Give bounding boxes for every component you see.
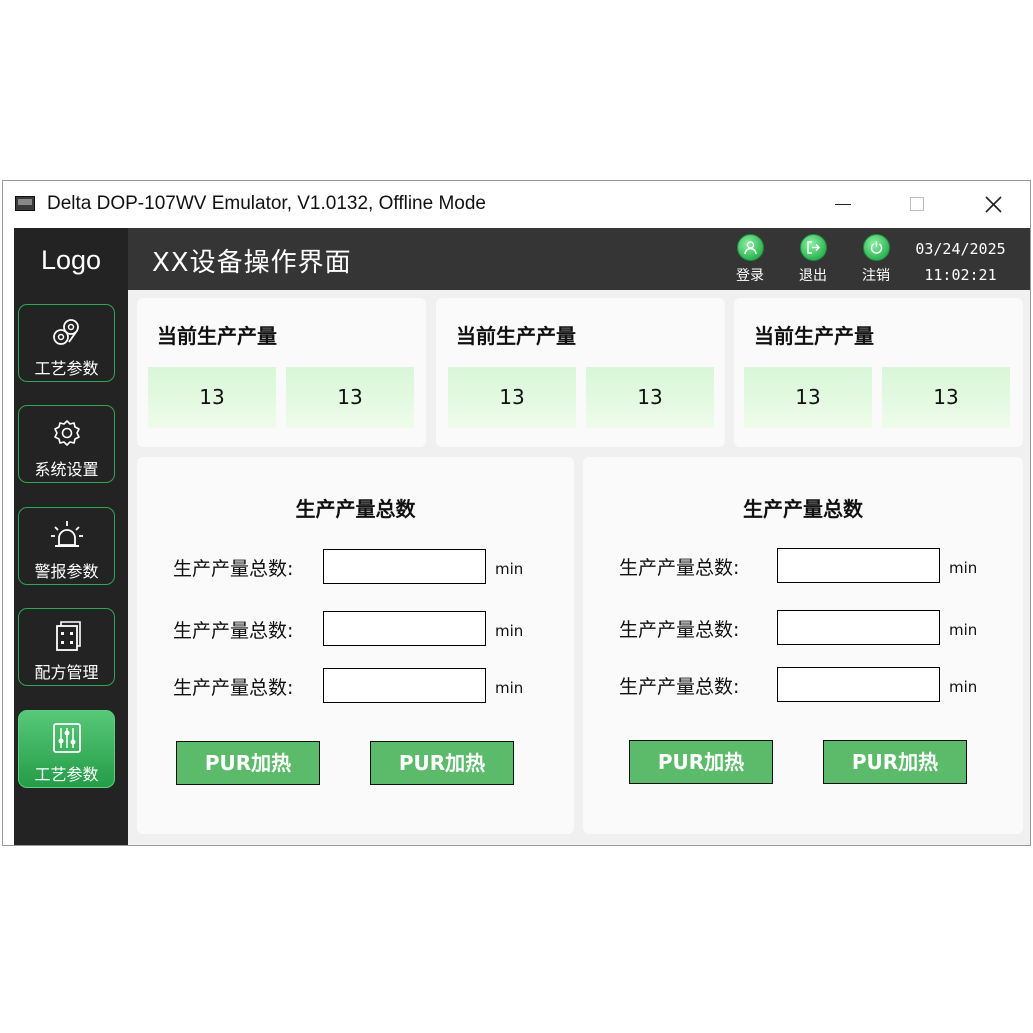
close-icon bbox=[985, 196, 1002, 213]
pur-heat-button[interactable]: PUR加热 bbox=[176, 741, 320, 785]
total-input[interactable] bbox=[323, 668, 486, 703]
pur-heat-button[interactable]: PUR加热 bbox=[823, 740, 967, 784]
logout-label: 退出 bbox=[799, 268, 827, 284]
panel-title: 生产产量总数 bbox=[743, 497, 863, 521]
card-title: 当前生产产量 bbox=[157, 324, 277, 348]
field-label: 生产产量总数: bbox=[173, 558, 294, 580]
header-bar: XX设备操作界面 登录 退出 注销 03/24/2025 11:02:21 bbox=[128, 228, 1030, 290]
value-display: 13 bbox=[744, 367, 872, 428]
sidebar-item-system-settings[interactable]: 系统设置 bbox=[18, 405, 115, 483]
logout-button[interactable]: 退出 bbox=[793, 234, 833, 290]
unit-label: min bbox=[949, 678, 978, 696]
production-card: 当前生产产量 13 13 bbox=[436, 298, 725, 447]
time-text: 11:02:21 bbox=[924, 266, 997, 284]
emulator-window: Delta DOP-107WV Emulator, V1.0132, Offli… bbox=[2, 180, 1031, 846]
logoff-button[interactable]: 注销 bbox=[856, 234, 896, 290]
sidebar-item-process-params[interactable]: 工艺参数 bbox=[18, 304, 115, 382]
logo: Logo bbox=[40, 245, 102, 275]
maximize-button[interactable] bbox=[887, 181, 947, 228]
sidebar-item-label: 配方管理 bbox=[34, 663, 99, 682]
page-title: XX设备操作界面 bbox=[152, 248, 352, 278]
power-icon bbox=[862, 234, 890, 261]
app-icon bbox=[15, 196, 35, 211]
datetime-display: 03/24/2025 11:02:21 bbox=[908, 236, 1013, 288]
recipe-icon bbox=[56, 621, 81, 651]
window-title: Delta DOP-107WV Emulator, V1.0132, Offli… bbox=[47, 193, 486, 214]
field-label: 生产产量总数: bbox=[619, 619, 740, 641]
production-card: 当前生产产量 13 13 bbox=[734, 298, 1023, 447]
exit-icon bbox=[799, 234, 827, 261]
close-button[interactable] bbox=[963, 181, 1023, 228]
sidebar-item-label: 工艺参数 bbox=[34, 359, 99, 378]
unit-label: min bbox=[949, 621, 978, 639]
sidebar-item-label: 警报参数 bbox=[34, 562, 99, 581]
field-label: 生产产量总数: bbox=[173, 677, 294, 699]
value-display: 13 bbox=[586, 367, 714, 428]
total-panel: 生产产量总数 生产产量总数: min 生产产量总数: min 生产产量总数: m… bbox=[137, 457, 574, 834]
field-label: 生产产量总数: bbox=[619, 557, 740, 579]
value-display: 13 bbox=[882, 367, 1010, 428]
pur-heat-button[interactable]: PUR加热 bbox=[629, 740, 773, 784]
alarm-light-icon bbox=[51, 521, 83, 547]
sidebar-item-recipe-management[interactable]: 配方管理 bbox=[18, 608, 115, 686]
user-icon bbox=[736, 234, 764, 261]
field-label: 生产产量总数: bbox=[619, 676, 740, 698]
total-input[interactable] bbox=[323, 611, 486, 646]
value-display: 13 bbox=[448, 367, 576, 428]
total-input[interactable] bbox=[777, 667, 940, 702]
logoff-label: 注销 bbox=[862, 268, 890, 284]
pur-heat-button[interactable]: PUR加热 bbox=[370, 741, 514, 785]
date-text: 03/24/2025 bbox=[915, 240, 1006, 258]
field-label: 生产产量总数: bbox=[173, 620, 294, 642]
gear-icon bbox=[54, 420, 80, 446]
sidebar-item-label: 工艺参数 bbox=[34, 765, 99, 784]
sliders-icon bbox=[53, 723, 81, 753]
login-button[interactable]: 登录 bbox=[730, 234, 770, 290]
panel-title: 生产产量总数 bbox=[295, 497, 416, 521]
value-display: 13 bbox=[148, 367, 276, 428]
value-display: 13 bbox=[286, 367, 414, 428]
unit-label: min bbox=[495, 560, 524, 578]
rollers-icon bbox=[53, 319, 79, 345]
total-input[interactable] bbox=[777, 548, 940, 583]
sidebar-item-process-params-active[interactable]: 工艺参数 bbox=[18, 710, 115, 788]
card-title: 当前生产产量 bbox=[456, 324, 576, 348]
total-input[interactable] bbox=[323, 549, 486, 584]
title-bar: Delta DOP-107WV Emulator, V1.0132, Offli… bbox=[3, 181, 1030, 228]
minimize-button[interactable] bbox=[813, 181, 873, 228]
unit-label: min bbox=[495, 622, 524, 640]
sidebar-item-label: 系统设置 bbox=[34, 460, 99, 479]
hmi-screen: Logo 工艺参数 系统设置 警报参数 配方管理 工艺参数 XX设备操作界面 登… bbox=[14, 228, 1030, 845]
production-card: 当前生产产量 13 13 bbox=[137, 298, 426, 447]
sidebar: Logo 工艺参数 系统设置 警报参数 配方管理 工艺参数 bbox=[14, 228, 128, 845]
total-panel: 生产产量总数 生产产量总数: min 生产产量总数: min 生产产量总数: m… bbox=[583, 457, 1023, 834]
card-title: 当前生产产量 bbox=[754, 324, 874, 348]
total-input[interactable] bbox=[777, 610, 940, 645]
login-label: 登录 bbox=[736, 268, 764, 284]
unit-label: min bbox=[495, 679, 524, 697]
unit-label: min bbox=[949, 559, 978, 577]
sidebar-item-alarm-params[interactable]: 警报参数 bbox=[18, 507, 115, 585]
